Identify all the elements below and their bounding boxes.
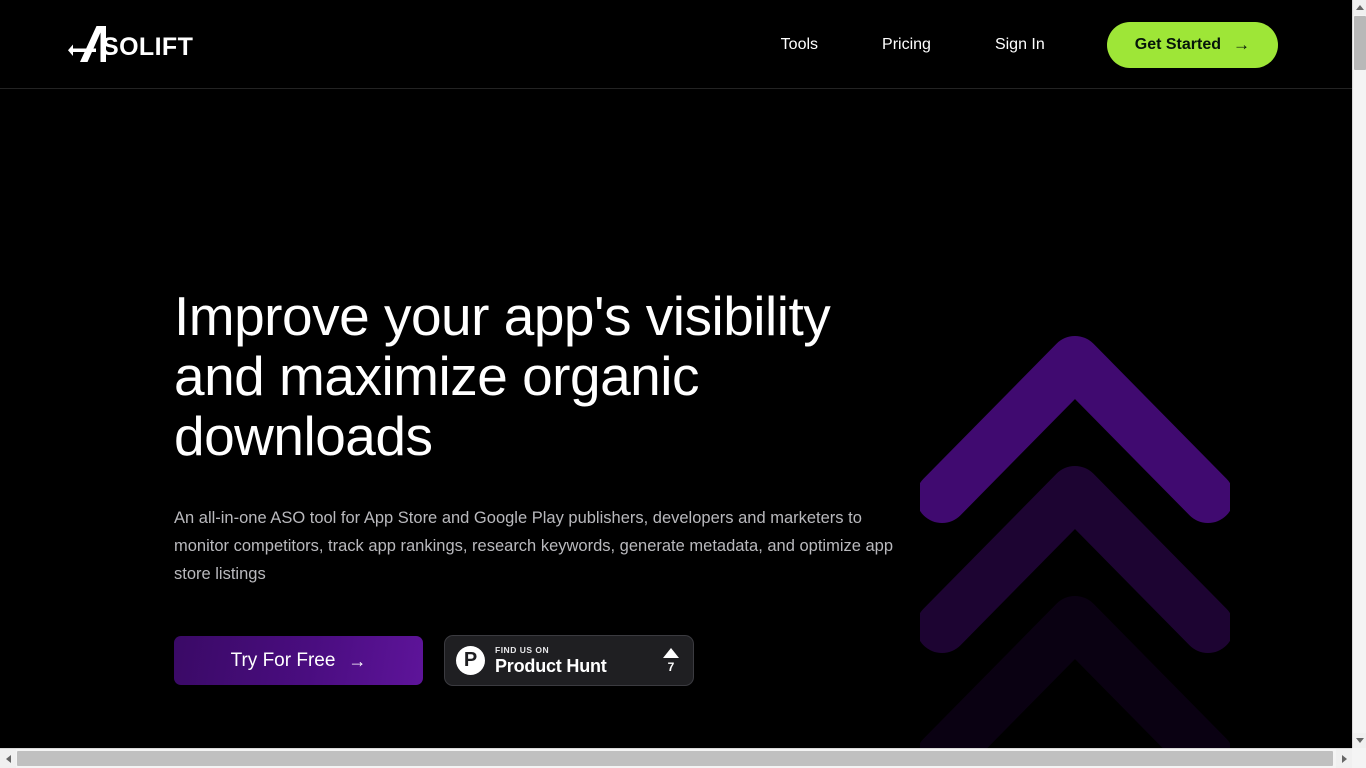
triangle-up-icon	[1356, 5, 1364, 10]
product-hunt-kicker: FIND US ON	[495, 644, 550, 655]
scroll-up-button[interactable]	[1353, 0, 1366, 15]
page-canvas: SOLIFT Tools Pricing Sign In Get Started…	[0, 0, 1352, 748]
product-hunt-upvote-count: 7	[667, 659, 675, 674]
product-hunt-upvote[interactable]: 7	[663, 647, 682, 674]
vertical-scrollbar-thumb[interactable]	[1354, 16, 1366, 70]
product-hunt-logo-icon: P	[456, 646, 485, 675]
get-started-button[interactable]: Get Started →	[1106, 21, 1278, 68]
get-started-label: Get Started	[1134, 35, 1221, 53]
chevron-up-icon-2	[920, 457, 1230, 667]
scroll-right-button[interactable]	[1336, 749, 1352, 768]
hero-cta-row: Try For Free → P FIND US ON Product Hunt…	[174, 635, 934, 686]
triangle-down-icon	[1356, 738, 1364, 743]
try-for-free-label: Try For Free	[230, 649, 336, 671]
chevron-up-icon-1	[920, 327, 1230, 537]
hero-subtitle: An all-in-one ASO tool for App Store and…	[174, 509, 894, 583]
logo-link[interactable]: SOLIFT	[66, 22, 193, 66]
nav-link-tools[interactable]: Tools	[749, 26, 850, 64]
chevron-decoration	[920, 229, 1250, 748]
nav-link-pricing[interactable]: Pricing	[850, 26, 963, 64]
vertical-scrollbar[interactable]	[1352, 0, 1366, 748]
triangle-right-icon	[1341, 754, 1347, 763]
page-title: Improve your app's visibility and maximi…	[174, 285, 831, 467]
main-navigation: Tools Pricing Sign In Get Started →	[749, 0, 1278, 89]
horizontal-scrollbar-thumb[interactable]	[17, 751, 1333, 766]
logo-text: SOLIFT	[102, 33, 194, 61]
scroll-down-button[interactable]	[1353, 733, 1366, 748]
arrow-right-icon: →	[1233, 35, 1250, 54]
scrollbar-corner	[1352, 748, 1366, 768]
scroll-left-button[interactable]	[0, 749, 16, 768]
caret-up-icon	[663, 647, 679, 658]
hero-section: Improve your app's visibility and maximi…	[0, 89, 1352, 748]
browser-viewport: SOLIFT Tools Pricing Sign In Get Started…	[0, 0, 1366, 768]
arrow-right-icon: →	[348, 650, 367, 671]
product-hunt-text: FIND US ON Product Hunt	[495, 646, 653, 676]
triangle-left-icon	[5, 754, 11, 763]
nav-link-sign-in[interactable]: Sign In	[963, 26, 1077, 64]
horizontal-scrollbar[interactable]	[0, 748, 1366, 768]
hero-content: Improve your app's visibility and maximi…	[174, 89, 934, 686]
product-hunt-name: Product Hunt	[495, 656, 607, 677]
try-for-free-button[interactable]: Try For Free →	[174, 636, 423, 685]
product-hunt-badge[interactable]: P FIND US ON Product Hunt 7	[444, 635, 694, 686]
chevron-up-icon-3	[920, 587, 1230, 748]
site-header: SOLIFT Tools Pricing Sign In Get Started…	[0, 0, 1352, 89]
